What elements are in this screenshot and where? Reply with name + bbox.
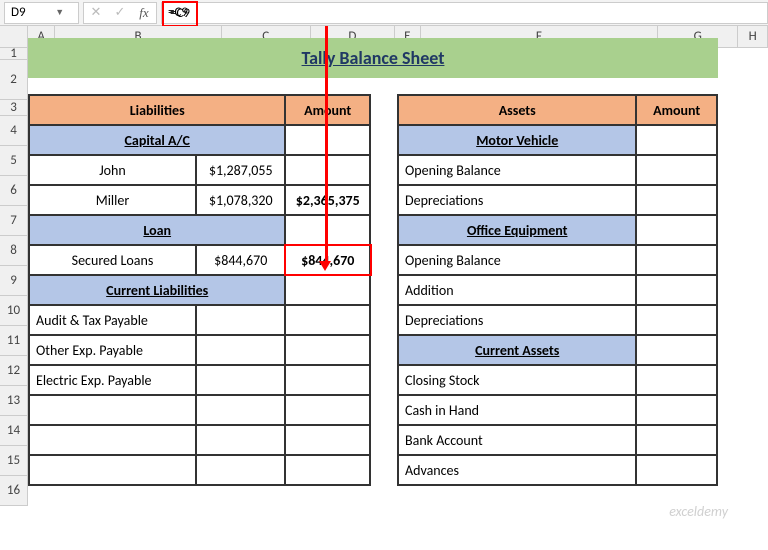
row-label: Advances xyxy=(398,455,636,485)
row-label: Opening Balance xyxy=(398,155,636,185)
row-label: Closing Stock xyxy=(398,365,636,395)
row-label: Other Exp. Payable xyxy=(29,335,196,365)
row-header[interactable]: 3 xyxy=(0,100,28,116)
formula-bar-icons: ✕ ✓ fx xyxy=(83,2,157,24)
row-header[interactable]: 6 xyxy=(0,176,28,206)
row-header[interactable]: 16 xyxy=(0,476,28,506)
row-label: Cash in Hand xyxy=(398,395,636,425)
row-label: Miller xyxy=(29,185,196,215)
row-label: Audit & Tax Payable xyxy=(29,305,196,335)
row-header[interactable]: 14 xyxy=(0,416,28,446)
row-value: $1,078,320 xyxy=(196,185,286,215)
row-header[interactable]: 13 xyxy=(0,386,28,416)
liabilities-header: Liabilities xyxy=(29,95,285,125)
watermark: exceldemy xyxy=(669,503,728,520)
spreadsheet-grid: A B C D E F G H 1 2 3 4 5 6 7 8 9 10 11 … xyxy=(0,26,768,506)
amount-header: Amount xyxy=(636,95,717,125)
row-header[interactable]: 12 xyxy=(0,356,28,386)
row-header[interactable]: 2 xyxy=(0,60,28,100)
accept-icon[interactable]: ✓ xyxy=(108,5,132,20)
row-headers: 1 2 3 4 5 6 7 8 9 10 11 12 13 14 15 16 xyxy=(0,48,28,506)
row-label: Bank Account xyxy=(398,425,636,455)
title-band: Tally Balance Sheet xyxy=(28,38,718,78)
office-section: Office Equipment xyxy=(398,215,636,245)
name-box-value: D9 xyxy=(5,5,42,20)
current-assets-section: Current Assets xyxy=(398,335,636,365)
loan-section: Loan xyxy=(29,215,285,245)
row-label: John xyxy=(29,155,196,185)
row-header[interactable]: 8 xyxy=(0,236,28,266)
page-title: Tally Balance Sheet xyxy=(302,47,445,69)
row-header[interactable]: 1 xyxy=(0,48,28,60)
select-all[interactable] xyxy=(0,26,28,48)
row-label: Electric Exp. Payable xyxy=(29,365,196,395)
row-header[interactable]: 4 xyxy=(0,116,28,146)
row-header[interactable]: 11 xyxy=(0,326,28,356)
row-header[interactable]: 15 xyxy=(0,446,28,476)
motor-section: Motor Vehicle xyxy=(398,125,636,155)
formula-bar: D9 ▼ ✕ ✓ fx =C9 =C9 xyxy=(0,0,768,26)
formula-input[interactable]: =C9 =C9 xyxy=(161,2,768,24)
formula-text: =C9 xyxy=(168,5,188,20)
dropdown-icon[interactable]: ▼ xyxy=(42,7,79,18)
row-header[interactable]: 7 xyxy=(0,206,28,236)
liabilities-table: LiabilitiesAmount Capital A/C John$1,287… xyxy=(28,94,371,486)
name-box[interactable]: D9 ▼ xyxy=(4,2,79,24)
fx-icon[interactable]: fx xyxy=(132,5,156,21)
cancel-icon[interactable]: ✕ xyxy=(84,5,108,20)
row-amount: $844,670 xyxy=(285,245,370,275)
row-value: $1,287,055 xyxy=(196,155,286,185)
row-label: Opening Balance xyxy=(398,245,636,275)
capital-section: Capital A/C xyxy=(29,125,285,155)
row-label: Secured Loans xyxy=(29,245,196,275)
assets-header: Assets xyxy=(398,95,636,125)
amount-header: Amount xyxy=(285,95,370,125)
row-label: Addition xyxy=(398,275,636,305)
row-header[interactable]: 9 xyxy=(0,266,28,296)
row-label: Depreciations xyxy=(398,305,636,335)
current-liab-section: Current Liabilities xyxy=(29,275,285,305)
assets-table: AssetsAmount Motor Vehicle Opening Balan… xyxy=(397,94,718,486)
row-amount: $2,365,375 xyxy=(285,185,370,215)
col-header[interactable]: H xyxy=(738,26,768,48)
row-value: $844,670 xyxy=(196,245,286,275)
row-label: Depreciations xyxy=(398,185,636,215)
row-header[interactable]: 10 xyxy=(0,296,28,326)
row-header[interactable]: 5 xyxy=(0,146,28,176)
